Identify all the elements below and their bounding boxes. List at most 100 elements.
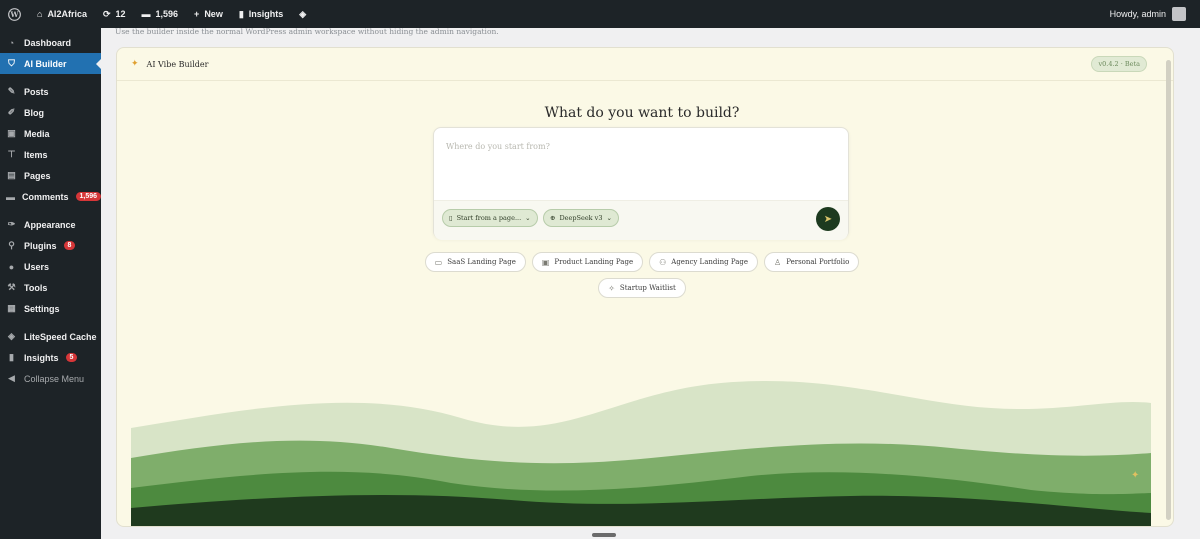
avatar bbox=[1172, 7, 1186, 21]
insights-link[interactable]: ▮ Insights bbox=[231, 0, 291, 28]
sidebar-item-label: Pages bbox=[24, 170, 51, 181]
updates-count: 12 bbox=[115, 9, 126, 19]
start-from-page-label: Start from a page... bbox=[456, 214, 522, 222]
prompt-card: ▯ Start from a page... ⌄ ⊕ DeepSeek v3 ⌄… bbox=[433, 127, 849, 240]
model-dropdown[interactable]: ⊕ DeepSeek v3 ⌄ bbox=[543, 209, 619, 227]
sidebar-item-label: Collapse Menu bbox=[24, 373, 85, 384]
sidebar-item-users[interactable]: ● Users bbox=[0, 256, 101, 277]
settings-icon: ▦ bbox=[7, 303, 16, 313]
sidebar-item-pages[interactable]: ▤ Pages bbox=[0, 165, 101, 186]
sidebar-item-label: Dashboard bbox=[24, 37, 72, 48]
sidebar-item-comments[interactable]: ▬ Comments 1,596 bbox=[0, 186, 102, 207]
sidebar-item-label: Plugins bbox=[24, 240, 57, 251]
comments-badge: 1,596 bbox=[75, 192, 102, 201]
template-suggestions: ▭ SaaS Landing Page ▣ Product Landing Pa… bbox=[117, 252, 1167, 304]
comments-link[interactable]: ▬ 1,596 bbox=[134, 0, 187, 28]
sidebar-item-label: Posts bbox=[24, 86, 49, 97]
prompt-input[interactable] bbox=[446, 142, 826, 151]
plus-icon: + bbox=[194, 9, 200, 19]
sidebar-item-label: Blog bbox=[24, 107, 44, 118]
sidebar-item-ai-builder[interactable]: ⛉ AI Builder bbox=[0, 53, 101, 74]
template-personal-portfolio[interactable]: ♙ Personal Portfolio bbox=[764, 252, 860, 272]
comments-count: 1,596 bbox=[155, 9, 179, 19]
sidebar-item-label: Insights bbox=[24, 352, 59, 363]
brush-icon: ✑ bbox=[7, 219, 16, 229]
sidebar-item-label: LiteSpeed Cache bbox=[24, 331, 97, 342]
sidebar-item-label: Items bbox=[24, 149, 48, 160]
page-icon: ▤ bbox=[7, 170, 16, 180]
sidebar-item-label: Comments bbox=[22, 191, 69, 202]
sidebar-item-litespeed-cache[interactable]: ◈ LiteSpeed Cache bbox=[0, 326, 101, 347]
user-icon: ♙ bbox=[774, 257, 782, 267]
sidebar-item-label: Appearance bbox=[24, 219, 76, 230]
model-label: DeepSeek v3 bbox=[559, 214, 603, 222]
diamond-icon: ◈ bbox=[8, 331, 15, 341]
globe-icon: ⊕ bbox=[550, 214, 556, 222]
wordpress-logo[interactable]: W bbox=[0, 0, 29, 28]
box-icon: ▣ bbox=[541, 257, 550, 267]
sidebar-item-appearance[interactable]: ✑ Appearance bbox=[0, 214, 101, 235]
sidebar-item-blog[interactable]: ✐ Blog bbox=[0, 102, 101, 123]
sidebar-item-label: Media bbox=[24, 128, 50, 139]
svg-text:W: W bbox=[9, 10, 19, 19]
diamond-icon: ◈ bbox=[299, 8, 307, 19]
resize-handle[interactable] bbox=[592, 533, 616, 537]
sidebar-item-media[interactable]: ▣ Media bbox=[0, 123, 101, 144]
insights-badge: 5 bbox=[65, 353, 78, 362]
chevron-down-icon: ⌄ bbox=[606, 214, 612, 222]
users-icon: ⚇ bbox=[659, 257, 667, 267]
template-label: SaaS Landing Page bbox=[447, 258, 516, 266]
chevron-down-icon: ⌄ bbox=[525, 214, 531, 222]
refresh-icon: ⟳ bbox=[102, 8, 111, 19]
site-name: AI2Africa bbox=[47, 9, 87, 19]
litespeed-link[interactable]: ◈ bbox=[291, 0, 314, 28]
new-content-link[interactable]: + New bbox=[186, 0, 231, 28]
sidebar-item-dashboard[interactable]: ◔ Dashboard bbox=[0, 32, 101, 53]
plug-icon: ⚲ bbox=[8, 240, 15, 250]
send-button[interactable]: ➤ bbox=[816, 207, 840, 231]
collapse-menu-button[interactable]: ◀ Collapse Menu bbox=[0, 368, 101, 389]
landscape-illustration: ✦ bbox=[131, 381, 1151, 526]
template-label: Agency Landing Page bbox=[671, 258, 749, 266]
sidebar-item-posts[interactable]: ✎ Posts bbox=[0, 81, 101, 102]
collapse-icon: ◀ bbox=[8, 373, 15, 383]
template-startup-waitlist[interactable]: ✧ Startup Waitlist bbox=[598, 278, 686, 298]
chart-icon: ▮ bbox=[9, 352, 14, 362]
bar-chart-icon: ▮ bbox=[238, 8, 244, 19]
page-icon: ▯ bbox=[449, 214, 453, 222]
wrench-icon: ⚒ bbox=[7, 282, 16, 292]
site-name-link[interactable]: ⌂ AI2Africa bbox=[29, 0, 95, 28]
sidebar-item-items[interactable]: ⊤ Items bbox=[0, 144, 101, 165]
updates-link[interactable]: ⟳ 12 bbox=[95, 0, 134, 28]
pencil-icon: ✐ bbox=[7, 107, 16, 117]
template-agency-landing[interactable]: ⚇ Agency Landing Page bbox=[649, 252, 759, 272]
prompt-toolbar: ▯ Start from a page... ⌄ ⊕ DeepSeek v3 ⌄… bbox=[434, 200, 848, 240]
pin-icon: ⊤ bbox=[7, 149, 16, 159]
sidebar-item-label: AI Builder bbox=[24, 58, 67, 69]
my-account[interactable]: Howdy, admin bbox=[1110, 7, 1200, 21]
plugins-badge: 8 bbox=[63, 241, 76, 250]
builder-header: ✦ AI Vibe Builder v0.4.2 · Beta bbox=[117, 48, 1173, 81]
sidebar-item-settings[interactable]: ▦ Settings bbox=[0, 298, 101, 319]
template-product-landing[interactable]: ▣ Product Landing Page bbox=[531, 252, 644, 272]
sidebar-item-label: Tools bbox=[24, 282, 48, 293]
builder-title: AI Vibe Builder bbox=[146, 59, 209, 69]
comment-icon: ▬ bbox=[6, 191, 15, 202]
template-label: Product Landing Page bbox=[554, 258, 634, 266]
scrollbar[interactable] bbox=[1166, 60, 1171, 520]
start-from-page-dropdown[interactable]: ▯ Start from a page... ⌄ bbox=[442, 209, 538, 227]
sidebar-item-tools[interactable]: ⚒ Tools bbox=[0, 277, 101, 298]
admin-sidebar: ◔ Dashboard ⛉ AI Builder ✎ Posts ✐ Blog … bbox=[0, 28, 102, 539]
sidebar-item-label: Settings bbox=[24, 303, 60, 314]
sparkle-icon: ✧ bbox=[608, 283, 615, 293]
template-saas-landing[interactable]: ▭ SaaS Landing Page bbox=[424, 252, 526, 272]
sparkle-icon: ✦ bbox=[131, 59, 139, 69]
sidebar-item-plugins[interactable]: ⚲ Plugins 8 bbox=[0, 235, 101, 256]
sidebar-item-insights[interactable]: ▮ Insights 5 bbox=[0, 347, 101, 368]
dashboard-icon: ◔ bbox=[8, 37, 15, 48]
page-description: Use the builder inside the normal WordPr… bbox=[115, 27, 499, 36]
page-title: What do you want to build? bbox=[544, 105, 740, 121]
home-icon: ⌂ bbox=[37, 9, 43, 19]
pin-icon: ✎ bbox=[7, 86, 16, 96]
admin-bar: W ⌂ AI2Africa ⟳ 12 ▬ 1,596 + New ▮ Insig… bbox=[0, 0, 1200, 28]
